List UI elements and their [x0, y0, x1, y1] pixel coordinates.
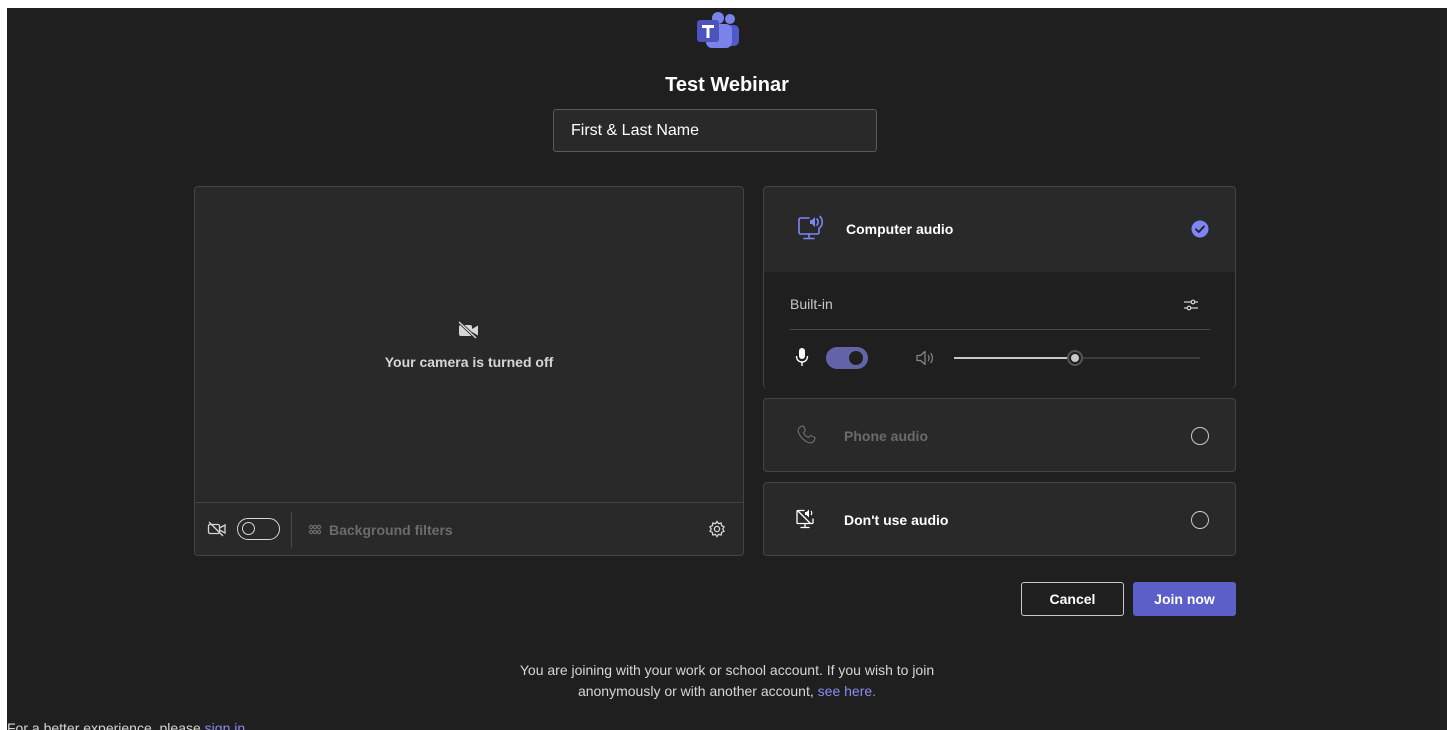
join-now-button[interactable]: Join now [1133, 582, 1236, 616]
phone-icon [797, 425, 816, 444]
footer-line-1: You are joining with your work or school… [519, 662, 935, 678]
speaker-icon [916, 350, 933, 366]
no-audio-option[interactable]: Don't use audio [763, 482, 1236, 556]
selected-check-icon [1191, 220, 1209, 238]
background-filters-button[interactable]: Background filters [307, 519, 453, 541]
account-info-footer: You are joining with your work or school… [7, 660, 1447, 702]
phone-audio-radio[interactable] [1191, 427, 1209, 445]
camera-off-message: Your camera is turned off [384, 354, 554, 370]
computer-audio-label: Computer audio [846, 221, 954, 237]
gear-icon[interactable] [707, 519, 727, 539]
device-separator [790, 329, 1210, 330]
footer-line-2: anonymously or with another account, see… [7, 681, 1447, 702]
toolbar-divider [291, 512, 292, 548]
sign-in-note-text: For a better experience, please [7, 720, 201, 730]
computer-audio-option[interactable]: Computer audio Built-in [763, 186, 1236, 388]
volume-slider[interactable] [954, 350, 1200, 366]
name-input[interactable] [553, 109, 877, 152]
meeting-title: Test Webinar [665, 74, 789, 96]
audio-device-name: Built-in [790, 296, 833, 312]
volume-slider-fill [954, 357, 1075, 359]
phone-audio-option[interactable]: Phone audio [763, 398, 1236, 472]
computer-audio-icon [798, 215, 824, 240]
background-filters-icon [308, 524, 322, 535]
volume-slider-thumb[interactable] [1066, 350, 1083, 366]
microphone-toggle[interactable] [826, 347, 868, 369]
no-audio-icon [796, 509, 814, 529]
microphone-icon [795, 348, 809, 366]
audio-device-settings: Built-in [764, 272, 1235, 388]
video-preview: Your camera is turned off Background fil… [194, 186, 744, 556]
video-toolbar: Background filters [195, 502, 743, 556]
no-audio-label: Don't use audio [844, 512, 949, 528]
sign-in-note: For a better experience, please sign in [7, 720, 245, 730]
background-filters-label: Background filters [329, 522, 453, 538]
see-here-link[interactable]: see here. [818, 683, 876, 699]
footer-line-2-text: anonymously or with another account, [577, 683, 814, 699]
camera-toggle-knob [242, 522, 255, 535]
cancel-button[interactable]: Cancel [1021, 582, 1124, 616]
sign-in-link[interactable]: sign in [205, 720, 245, 730]
camera-toggle[interactable] [237, 518, 280, 540]
microphone-toggle-knob [849, 351, 863, 365]
teams-logo-icon [697, 12, 739, 48]
computer-audio-header[interactable]: Computer audio [764, 187, 1235, 272]
phone-audio-label: Phone audio [844, 428, 928, 444]
prejoin-screen: Test Webinar Your camera is turned off [7, 8, 1447, 730]
device-settings-icon[interactable] [1181, 295, 1201, 315]
camera-off-icon [457, 321, 478, 339]
camera-off-small-icon [207, 521, 226, 537]
no-audio-radio[interactable] [1191, 511, 1209, 529]
